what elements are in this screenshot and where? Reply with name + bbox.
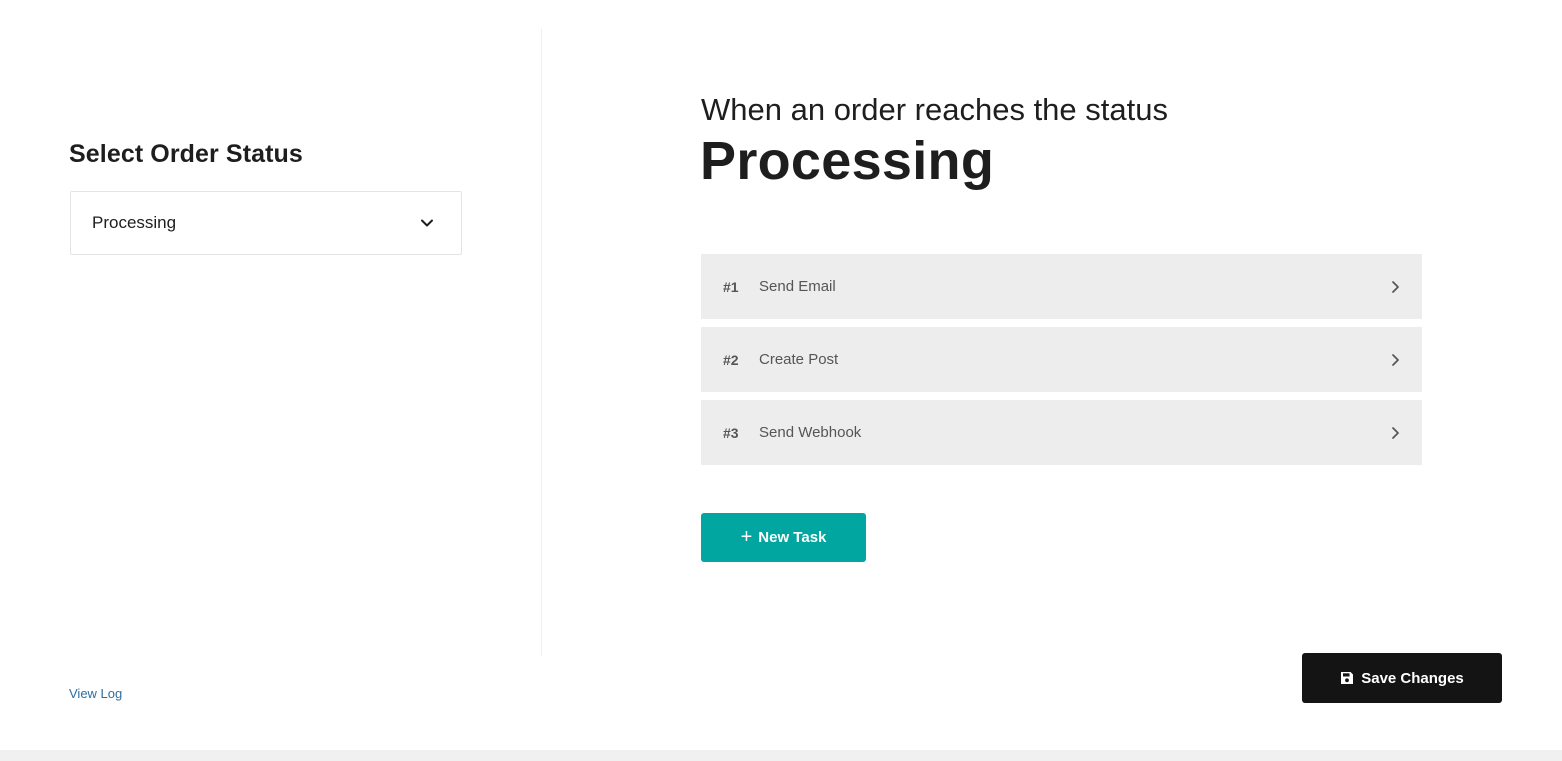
task-number: #2 (723, 351, 739, 368)
automation-page: Select Order Status Processing View Log … (0, 0, 1562, 761)
chevron-right-icon (1392, 280, 1399, 293)
select-order-status-title: Select Order Status (69, 140, 303, 168)
trigger-description: When an order reaches the status (701, 92, 1168, 127)
order-status-value: Processing (92, 213, 177, 232)
task-number: #1 (723, 278, 739, 295)
selected-status-heading: Processing (700, 131, 995, 191)
task-list: #1 Send Email #2 Create Post #3 Send Web… (701, 254, 1422, 473)
chevron-right-icon (1392, 426, 1399, 439)
chevron-right-icon (1392, 353, 1399, 366)
save-changes-label: Save Changes (1361, 669, 1464, 687)
order-status-select[interactable]: Processing (70, 191, 462, 255)
new-task-label: New Task (758, 529, 827, 546)
task-row[interactable]: #1 Send Email (701, 254, 1422, 319)
footer-strip (0, 750, 1562, 761)
save-icon (1341, 672, 1354, 684)
new-task-button[interactable]: + New Task (701, 513, 866, 562)
plus-icon: + (740, 525, 753, 548)
task-row[interactable]: #3 Send Webhook (701, 400, 1422, 465)
task-name: Create Post (759, 351, 839, 368)
task-name: Send Email (759, 278, 836, 295)
save-changes-button[interactable]: Save Changes (1302, 653, 1502, 703)
task-name: Send Webhook (759, 424, 862, 441)
task-number: #3 (723, 424, 739, 441)
view-log-link[interactable]: View Log (69, 686, 122, 701)
column-divider (541, 28, 542, 656)
task-row[interactable]: #2 Create Post (701, 327, 1422, 392)
chevron-down-icon (421, 219, 433, 227)
